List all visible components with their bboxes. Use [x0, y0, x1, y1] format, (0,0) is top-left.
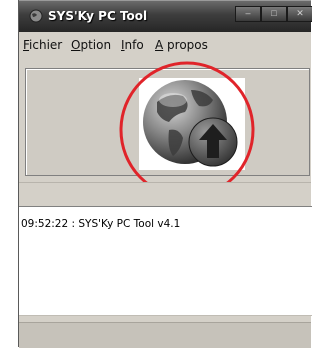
menu-info[interactable]: Info [121, 38, 144, 52]
menu-a-propos[interactable]: A propos [155, 38, 208, 52]
log-line: 09:52:22 : SYS'Ky PC Tool v4.1 [21, 218, 181, 230]
status-strip [19, 182, 311, 207]
title-bar[interactable]: SYS'Ky PC Tool ‒ □ ✕ [19, 0, 312, 32]
app-window: SYS'Ky PC Tool ‒ □ ✕ Fichier Option Info… [18, 0, 312, 348]
menu-fichier[interactable]: Fichier [23, 38, 62, 52]
app-globe-icon [29, 9, 43, 23]
highlight-circle [119, 61, 255, 199]
close-button[interactable]: ✕ [287, 6, 312, 22]
log-textbox[interactable]: 09:52:22 : SYS'Ky PC Tool v4.1 [19, 206, 312, 316]
menu-option[interactable]: Option [71, 38, 111, 52]
status-bar [19, 322, 311, 348]
window-title: SYS'Ky PC Tool [48, 9, 148, 23]
minimize-button[interactable]: ‒ [235, 6, 261, 22]
maximize-button[interactable]: □ [261, 6, 287, 22]
menu-bar: Fichier Option Info A propos [19, 32, 311, 58]
